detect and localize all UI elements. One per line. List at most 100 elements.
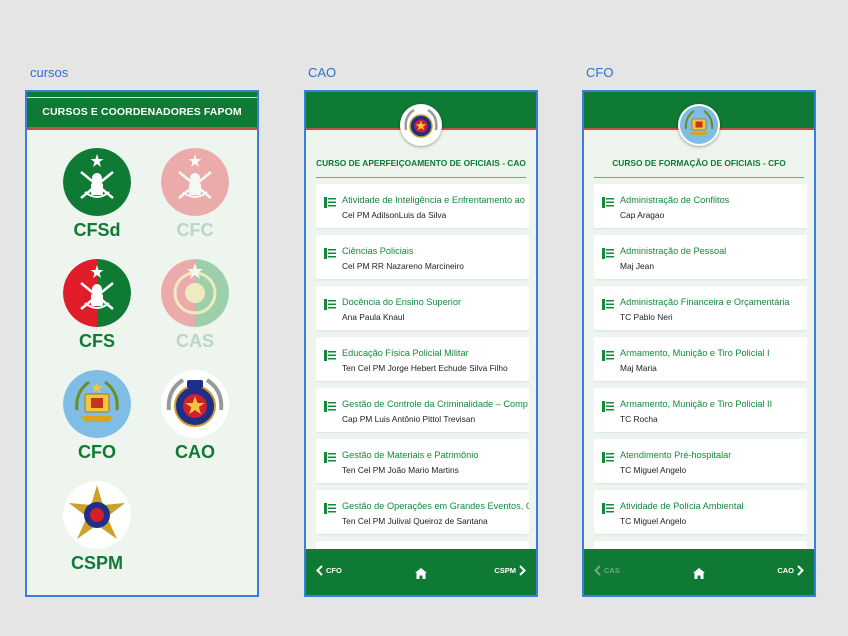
bottom-nav: CAS CAO xyxy=(584,549,814,595)
chevron-left-icon xyxy=(594,565,601,576)
course-tile-cas[interactable]: CAS xyxy=(155,259,235,352)
course-tile-cfs[interactable]: CFS xyxy=(57,259,137,352)
course-tile-cfsd[interactable]: CFSd xyxy=(57,148,137,241)
sword-crest-icon xyxy=(161,148,229,216)
document-icon xyxy=(324,450,336,468)
screen-cao: CURSO DE APERFEIÇOAMENTO DE OFICIAIS - C… xyxy=(304,90,538,597)
pmsc-emblem-icon xyxy=(161,370,229,438)
document-icon xyxy=(602,348,614,366)
course-tile-cao[interactable]: CAO xyxy=(155,370,235,463)
course-code: CFSd xyxy=(73,220,121,240)
list-item[interactable]: Gestão de Materiais e Patrimônio Ten Cel… xyxy=(316,439,529,483)
list-item[interactable]: Administração de Pessoal Maj Jean xyxy=(594,235,807,279)
pmsc-emblem-icon xyxy=(400,104,442,146)
home-icon xyxy=(415,568,427,579)
teacher-name: Ten Cel PM Julival Queiroz de Santana xyxy=(342,516,488,526)
list-item[interactable]: Armamento, Munição e Tiro Policial II TC… xyxy=(594,388,807,432)
discipline-name: Atividade de Polícia Ambiental xyxy=(620,501,744,511)
home-button[interactable] xyxy=(693,566,705,584)
list-item[interactable]: Atividade de Polícia Ambiental TC Miguel… xyxy=(594,490,807,534)
document-icon xyxy=(602,399,614,417)
list-item[interactable]: Gestão de Operações em Grandes Eventos, … xyxy=(316,490,529,534)
course-title: CURSO DE APERFEIÇOAMENTO DE OFICIAIS - C… xyxy=(316,158,526,168)
discipline-name: Armamento, Munição e Tiro Policial I xyxy=(620,348,770,358)
document-icon xyxy=(324,195,336,213)
document-icon xyxy=(602,297,614,315)
discipline-name: Docência do Ensino Superior xyxy=(342,297,461,307)
course-tile-cfo[interactable]: CFO xyxy=(57,370,137,463)
document-icon xyxy=(324,348,336,366)
prev-course-label: CFO xyxy=(326,566,342,575)
discipline-list[interactable]: Atividade de Inteligência e Enfrentament… xyxy=(316,184,529,554)
teacher-name: Cap PM Luis Antônio Pittol Trevisan xyxy=(342,414,476,424)
cfo-crest-icon xyxy=(678,104,720,146)
chevron-right-icon xyxy=(797,565,804,576)
course-code: CFO xyxy=(78,442,116,462)
screen-cfo: CURSO DE FORMAÇÃO DE OFICIAIS - CFO Admi… xyxy=(582,90,816,597)
discipline-name: Gestão de Operações em Grandes Eventos, … xyxy=(342,501,529,511)
teacher-name: Cap Aragao xyxy=(620,210,665,220)
app-header: CURSOS E COORDENADORES FAPOM xyxy=(27,92,257,130)
list-item[interactable]: Gestão de Controle da Criminalidade – Co… xyxy=(316,388,529,432)
discipline-name: Administração de Pessoal xyxy=(620,246,727,256)
list-item[interactable]: Atividade de Inteligência e Enfrentament… xyxy=(316,184,529,228)
document-icon xyxy=(324,399,336,417)
prev-course-button[interactable]: CAS xyxy=(594,565,620,576)
list-item[interactable]: Ciências Policiais Cel PM RR Nazareno Ma… xyxy=(316,235,529,279)
document-icon xyxy=(602,195,614,213)
teacher-name: TC Rocha xyxy=(620,414,658,424)
divider xyxy=(594,177,804,178)
prev-course-button[interactable]: CFO xyxy=(316,565,342,576)
discipline-name: Gestão de Controle da Criminalidade – Co… xyxy=(342,399,528,409)
cfo-crest-icon xyxy=(63,370,131,438)
home-icon xyxy=(693,568,705,579)
home-button[interactable] xyxy=(415,566,427,584)
screen-cursos: CURSOS E COORDENADORES FAPOM CFSd CFC CF… xyxy=(25,90,259,597)
document-icon xyxy=(602,450,614,468)
list-item[interactable]: Docência do Ensino Superior Ana Paula Kn… xyxy=(316,286,529,330)
teacher-name: TC Miguel Angelo xyxy=(620,465,687,475)
teacher-name: Ten Cel PM João Mario Martins xyxy=(342,465,459,475)
teacher-name: TC Miguel Angelo xyxy=(620,516,687,526)
next-course-button[interactable]: CSPM xyxy=(494,565,526,576)
discipline-list[interactable]: Administração de Conflitos Cap Aragao Ad… xyxy=(594,184,807,554)
document-icon xyxy=(324,246,336,264)
document-icon xyxy=(324,501,336,519)
list-item[interactable]: Atendimento Pré-hospitalar TC Miguel Ang… xyxy=(594,439,807,483)
list-item[interactable]: Armamento, Munição e Tiro Policial I Maj… xyxy=(594,337,807,381)
list-item[interactable]: Educação Física Policial Militar Ten Cel… xyxy=(316,337,529,381)
prev-course-label: CAS xyxy=(604,566,620,575)
sword-crest-icon xyxy=(63,259,131,327)
artboard-label-cfo: CFO xyxy=(586,65,614,80)
list-item[interactable]: Administração Financeira e Orçamentária … xyxy=(594,286,807,330)
course-code: CFS xyxy=(79,331,115,351)
discipline-name: Administração de Conflitos xyxy=(620,195,730,205)
teacher-name: Ana Paula Knaul xyxy=(342,312,405,322)
teacher-name: Ten Cel PM Jorge Hebert Echude Silva Fil… xyxy=(342,363,508,373)
course-tile-cfc[interactable]: CFC xyxy=(155,148,235,241)
document-icon xyxy=(602,501,614,519)
chevron-left-icon xyxy=(316,565,323,576)
discipline-name: Armamento, Munição e Tiro Policial II xyxy=(620,399,773,409)
teacher-name: Maj Jean xyxy=(620,261,654,271)
course-code: CFC xyxy=(176,220,214,240)
next-course-label: CSPM xyxy=(494,566,516,575)
teacher-name: Maj Maria xyxy=(620,363,657,373)
page-title: CURSOS E COORDENADORES FAPOM xyxy=(42,106,242,118)
cspm-emblem-icon xyxy=(63,481,131,549)
cas-crest-icon xyxy=(161,259,229,327)
discipline-name: Administração Financeira e Orçamentária xyxy=(620,297,790,307)
next-course-label: CAO xyxy=(777,566,794,575)
list-item[interactable]: Administração de Conflitos Cap Aragao xyxy=(594,184,807,228)
sword-crest-icon xyxy=(63,148,131,216)
course-code: CSPM xyxy=(70,553,123,573)
teacher-name: Cel PM AdilsonLuis da Silva xyxy=(342,210,447,220)
artboard-label-cao: CAO xyxy=(308,65,337,80)
teacher-name: Cel PM RR Nazareno Marcineiro xyxy=(342,261,464,271)
discipline-name: Atividade de Inteligência e Enfrentament… xyxy=(342,195,525,205)
next-course-button[interactable]: CAO xyxy=(777,565,804,576)
teacher-name: TC Pablo Neri xyxy=(620,312,673,322)
course-tile-cspm[interactable]: CSPM xyxy=(57,481,137,574)
course-code: CAS xyxy=(175,331,214,351)
artboard-label-cursos: cursos xyxy=(30,65,69,80)
